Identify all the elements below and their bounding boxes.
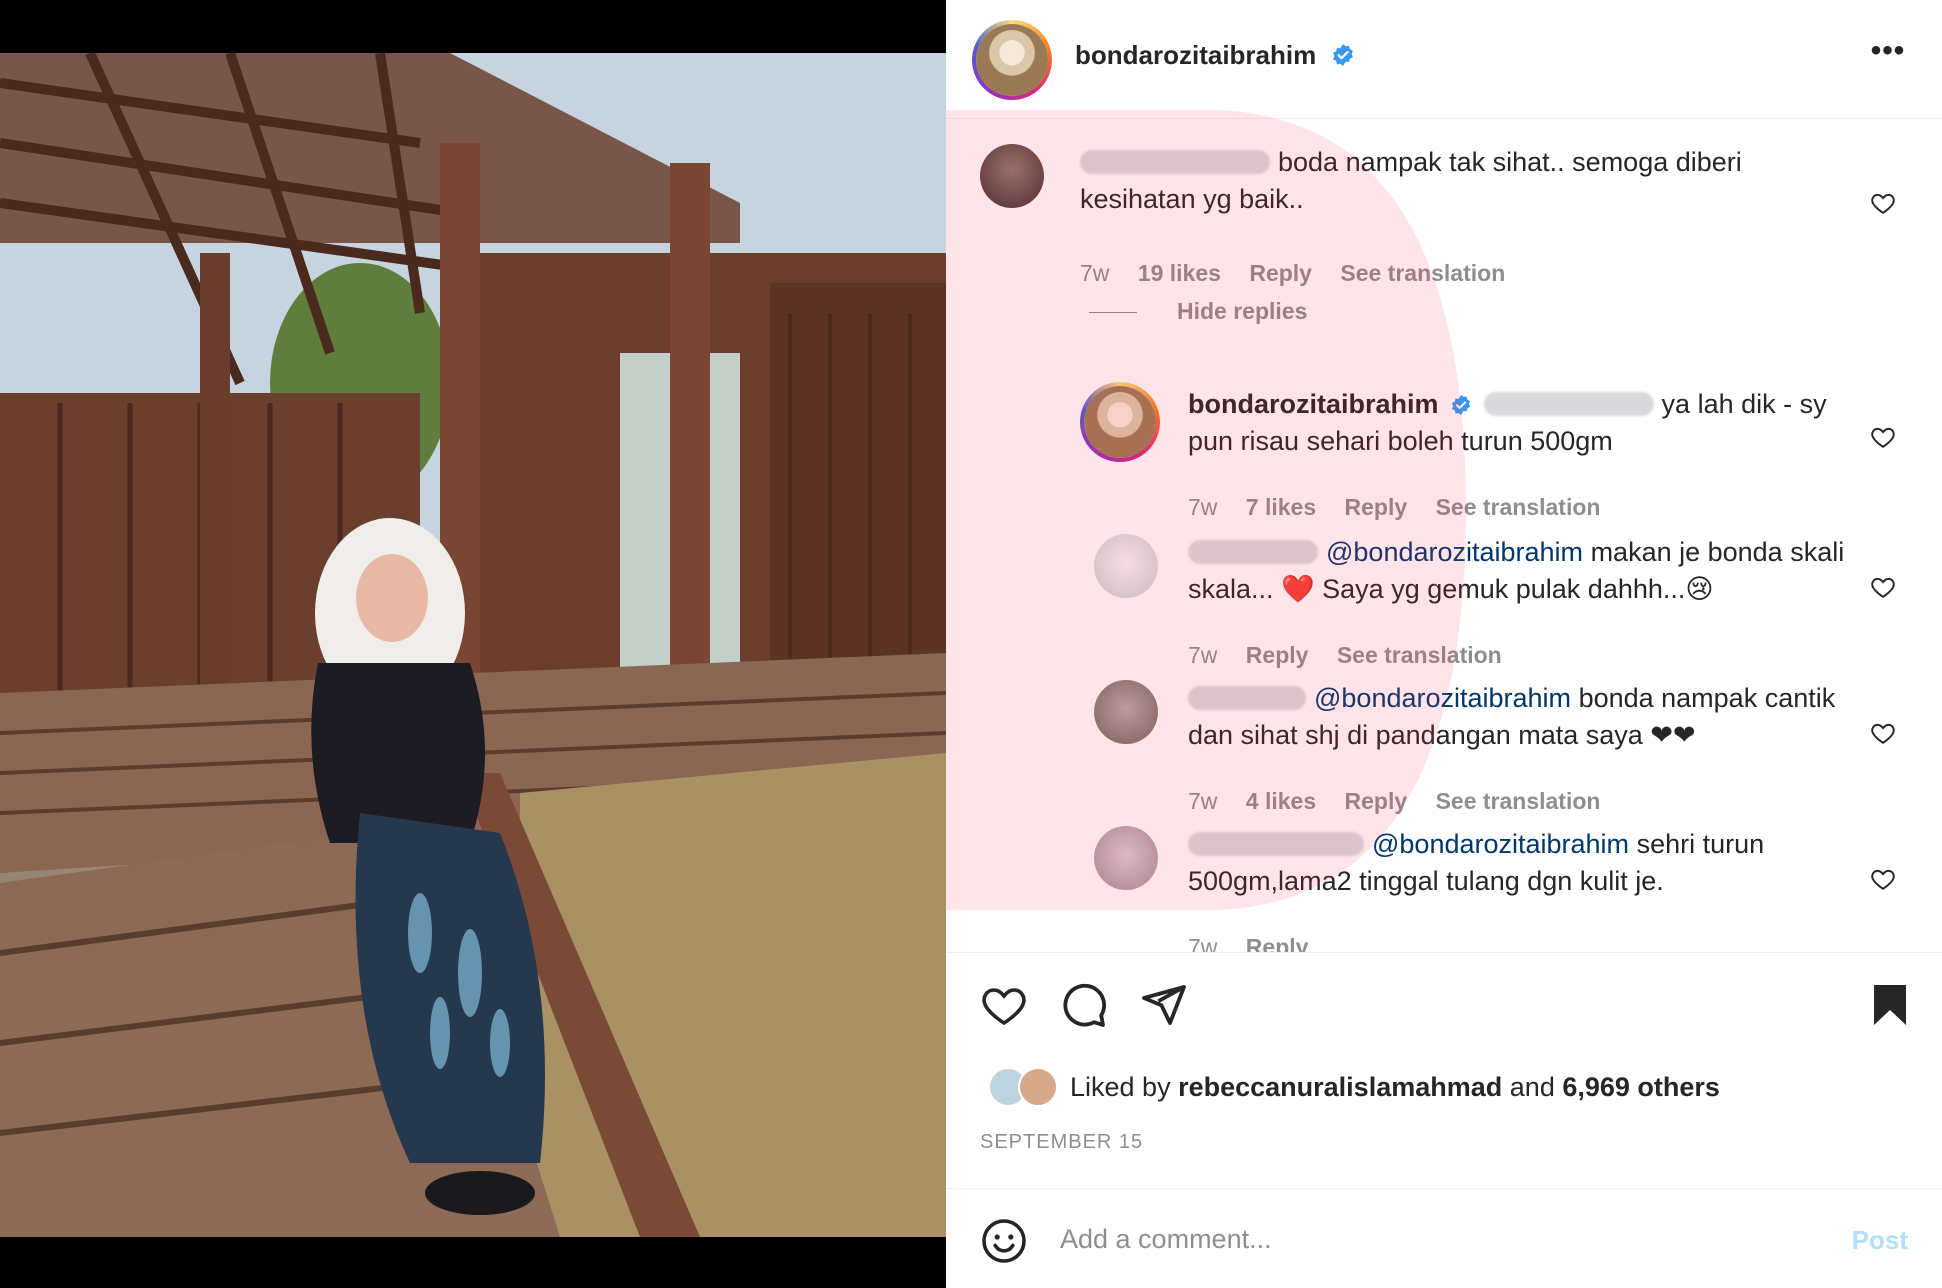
comments-list: boda nampak tak sihat.. semoga diberi ke… (946, 120, 1942, 952)
reply-likes[interactable]: 7 likes (1246, 494, 1316, 520)
redacted-username (1080, 150, 1270, 174)
reply-body: @bondarozitaibrahim bonda nampak cantik … (1188, 680, 1868, 754)
photo-illustration (0, 53, 946, 1237)
reply-time[interactable]: 7w (1188, 934, 1217, 952)
verified-badge-icon (1451, 394, 1471, 416)
reply-mention[interactable]: @bondarozitaibrahim (1372, 829, 1629, 859)
share-send-icon[interactable] (1140, 981, 1188, 1029)
see-translation-button[interactable]: See translation (1337, 642, 1502, 668)
post-photo[interactable] (0, 53, 946, 1237)
like-comment-heart-icon[interactable] (1870, 190, 1896, 216)
reply-body: @bondarozitaibrahim sehri turun 500gm,la… (1188, 826, 1868, 900)
reply-likes[interactable]: 4 likes (1246, 788, 1316, 814)
reply-body: bondarozitaibrahim ya lah dik - sy pun r… (1188, 386, 1868, 460)
like-reply-heart-icon[interactable] (1870, 866, 1896, 892)
like-heart-icon[interactable] (980, 981, 1028, 1029)
post-media-panel (0, 0, 946, 1288)
hide-replies-toggle[interactable]: Hide replies (1089, 298, 1307, 325)
see-translation-button[interactable]: See translation (1436, 788, 1601, 814)
reply-time[interactable]: 7w (1188, 642, 1217, 668)
reply-meta: 7w 7 likes Reply See translation (1188, 494, 1622, 521)
reply-button[interactable]: Reply (1246, 642, 1309, 668)
post-comment-button[interactable]: Post (1852, 1225, 1908, 1256)
see-translation-button[interactable]: See translation (1340, 260, 1505, 286)
reply-button[interactable]: Reply (1246, 934, 1309, 952)
reply-button[interactable]: Reply (1249, 260, 1312, 286)
likes-others-count[interactable]: 6,969 others (1562, 1072, 1720, 1102)
reply-button[interactable]: Reply (1345, 494, 1408, 520)
hide-replies-label: Hide replies (1177, 298, 1308, 324)
reply-item: @bondarozitaibrahim makan je bonda skali… (1080, 534, 1920, 674)
reply-mention[interactable]: @bondarozitaibrahim (1326, 537, 1583, 567)
liked-by-user[interactable]: rebeccanuralislamahmad (1178, 1072, 1502, 1102)
verified-badge-icon (1333, 44, 1354, 66)
likes-text: Liked by rebeccanuralislamahmad and 6,96… (1070, 1072, 1720, 1103)
reply-time[interactable]: 7w (1188, 788, 1217, 814)
like-reply-heart-icon[interactable] (1870, 720, 1896, 746)
see-translation-button[interactable]: See translation (1436, 494, 1601, 520)
redacted-username (1188, 540, 1318, 564)
more-options-icon[interactable]: ••• (1868, 36, 1908, 70)
reply-body: @bondarozitaibrahim makan je bonda skali… (1188, 534, 1868, 608)
commenter-avatar[interactable] (980, 144, 1044, 208)
reply-meta: 7w 4 likes Reply See translation (1188, 788, 1622, 815)
liker-avatars (988, 1067, 1058, 1107)
author-username-row: bondarozitaibrahim (1075, 40, 1355, 71)
redacted-username (1188, 686, 1306, 710)
reply-item: @bondarozitaibrahim sehri turun 500gm,la… (1080, 826, 1920, 952)
reply-item: bondarozitaibrahim ya lah dik - sy pun r… (1080, 382, 1920, 522)
reply-commenter-avatar[interactable] (1094, 680, 1158, 744)
redacted-username (1188, 832, 1364, 856)
author-username[interactable]: bondarozitaibrahim (1075, 40, 1316, 70)
reply-meta: 7w Reply See translation (1188, 642, 1524, 669)
reply-item: @bondarozitaibrahim bonda nampak cantik … (1080, 680, 1920, 820)
comment-input[interactable] (1060, 1215, 1760, 1263)
reply-commenter-avatar[interactable] (1094, 534, 1158, 598)
likes-prefix: Liked by (1070, 1072, 1171, 1102)
comment-body: boda nampak tak sihat.. semoga diberi ke… (1080, 144, 1850, 218)
reply-button[interactable]: Reply (1345, 788, 1408, 814)
likes-and: and (1509, 1072, 1555, 1102)
comment-meta: 7w 19 likes Reply See translation (1080, 260, 1527, 287)
comment-likes[interactable]: 19 likes (1138, 260, 1221, 286)
emoji-icon[interactable] (980, 1217, 1028, 1265)
reply-mention[interactable]: @bondarozitaibrahim (1314, 683, 1571, 713)
post-header: bondarozitaibrahim ••• (946, 0, 1942, 119)
comment-item: boda nampak tak sihat.. semoga diberi ke… (980, 144, 1920, 304)
reply-author-username[interactable]: bondarozitaibrahim (1188, 389, 1439, 419)
post-date[interactable]: SEPTEMBER 15 (980, 1131, 1143, 1154)
redacted-mention (1483, 392, 1654, 416)
like-reply-heart-icon[interactable] (1870, 424, 1896, 450)
comment-time[interactable]: 7w (1080, 260, 1109, 286)
author-avatar[interactable] (972, 20, 1052, 100)
post-actions: Liked by rebeccanuralislamahmad and 6,96… (946, 952, 1942, 1188)
like-reply-heart-icon[interactable] (1870, 574, 1896, 600)
reply-commenter-avatar[interactable] (1094, 826, 1158, 890)
reply-meta: 7w Reply (1188, 934, 1330, 952)
save-bookmark-icon[interactable] (1866, 981, 1914, 1029)
reply-author-avatar[interactable] (1080, 382, 1160, 462)
comment-bubble-icon[interactable] (1060, 981, 1108, 1029)
post-details-panel: bondarozitaibrahim ••• boda nampak tak s… (946, 0, 1942, 1288)
reply-time[interactable]: 7w (1188, 494, 1217, 520)
comment-composer: Post (946, 1188, 1942, 1288)
replies-divider-line (1089, 312, 1137, 314)
